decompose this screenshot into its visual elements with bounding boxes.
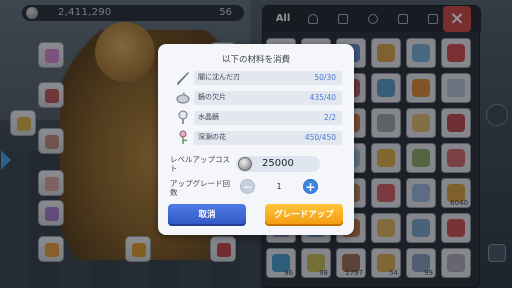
upgrade-count-label: アップグレード回数 (170, 179, 230, 197)
material-row: 深淵の花 450/450 (172, 130, 342, 145)
material-count: 50/30 (314, 73, 336, 82)
material-name: 水晶鏡 (198, 113, 219, 121)
dialog-title: 以下の材料を消費 (221, 55, 290, 65)
increase-button[interactable]: + (303, 179, 318, 194)
material-count: 2/2 (323, 113, 336, 122)
abyss-flower-icon (179, 130, 188, 144)
material-name: 深淵の花 (198, 133, 226, 141)
decrease-button[interactable]: − (240, 179, 255, 194)
cost-label: レベルアップコスト (170, 155, 230, 173)
material-count: 450/450 (304, 133, 336, 142)
crystal-mirror-icon (178, 110, 188, 124)
cancel-button[interactable]: 取消 (168, 204, 246, 226)
zeny-coin-icon (238, 157, 252, 171)
material-name: 鏡の欠片 (198, 93, 226, 101)
cost-value: 25000 (262, 158, 294, 169)
upgrade-count-value: 1 (276, 182, 282, 191)
upgrade-button[interactable]: グレードアップ (265, 204, 343, 226)
material-name: 闇に沈んだ刃 (198, 73, 240, 81)
material-row: 闇に沈んだ刃 50/30 (172, 70, 342, 85)
mirror-shard-icon (176, 92, 190, 104)
blade-icon (177, 72, 189, 85)
material-count: 435/40 (309, 93, 336, 102)
material-row: 鏡の欠片 435/40 (172, 90, 342, 105)
material-row: 水晶鏡 2/2 (172, 110, 342, 125)
